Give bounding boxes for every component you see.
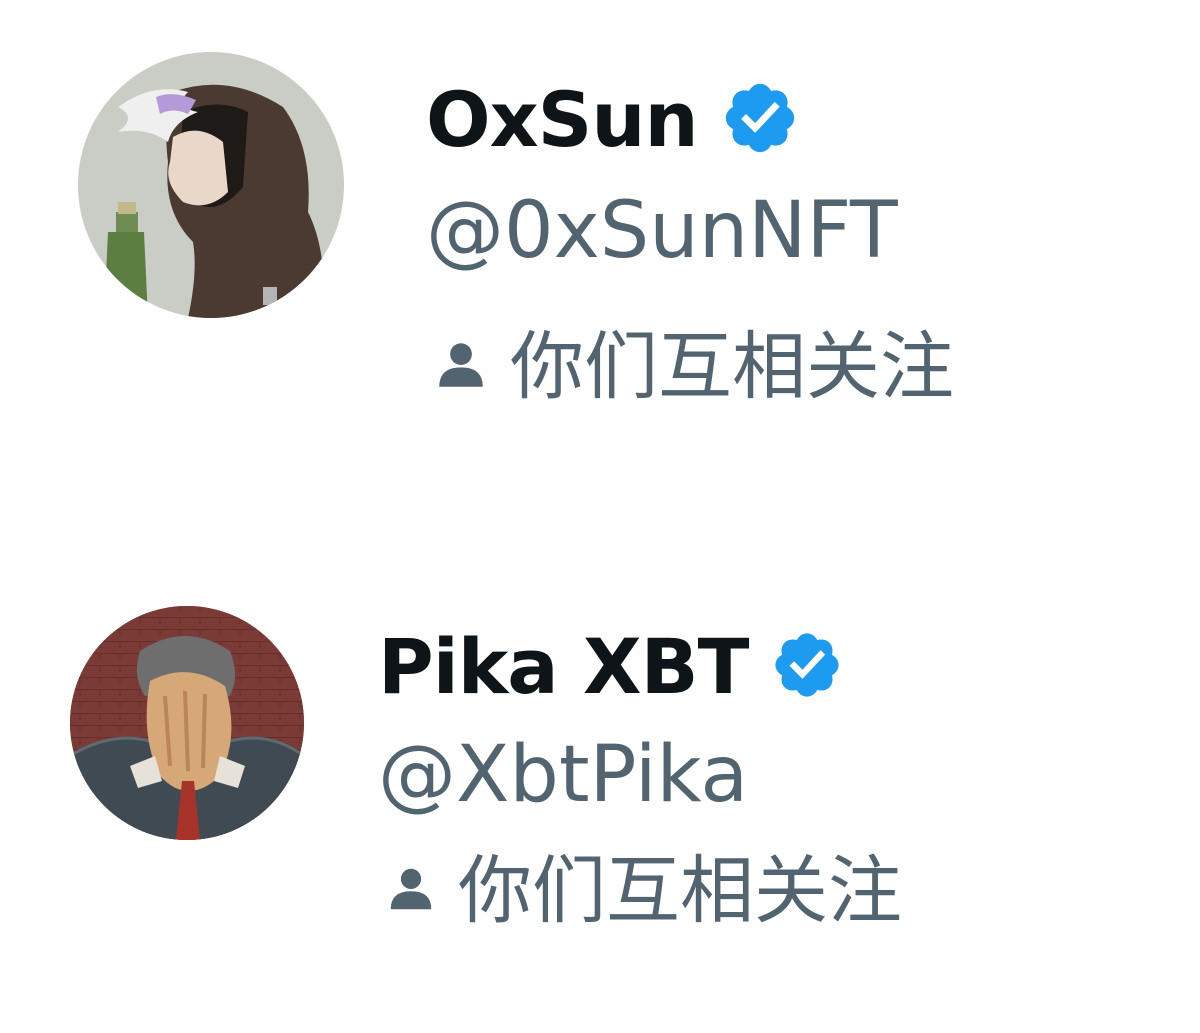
hooded-character-avatar-icon: [78, 52, 344, 318]
verified-badge-icon[interactable]: [770, 628, 844, 706]
verified-badge-icon[interactable]: [720, 78, 800, 162]
person-icon: [432, 336, 490, 398]
display-name[interactable]: OxSun: [426, 82, 699, 158]
avatar[interactable]: [70, 606, 304, 840]
face-in-hands-avatar-icon: [70, 606, 304, 840]
user-handle[interactable]: @0xSunNFT: [426, 192, 898, 270]
display-name[interactable]: Pika XBT: [378, 629, 749, 705]
mutual-follow-label: 你们互相关注: [458, 848, 902, 934]
display-name-row: Pika XBT: [378, 628, 844, 706]
mutual-follow-label: 你们互相关注: [510, 324, 954, 410]
person-icon: [384, 862, 438, 920]
mutual-follow-row: 你们互相关注: [432, 330, 954, 404]
avatar[interactable]: [78, 52, 344, 318]
display-name-row: OxSun: [426, 78, 800, 162]
user-card-pika-xbt[interactable]: Pika XBT @XbtPika 你们互相关注: [0, 560, 1200, 1010]
user-card-oxsun[interactable]: OxSun @0xSunNFT 你们互相关注: [0, 0, 1200, 450]
user-handle[interactable]: @XbtPika: [378, 736, 748, 814]
mutual-follow-row: 你们互相关注: [384, 854, 902, 928]
